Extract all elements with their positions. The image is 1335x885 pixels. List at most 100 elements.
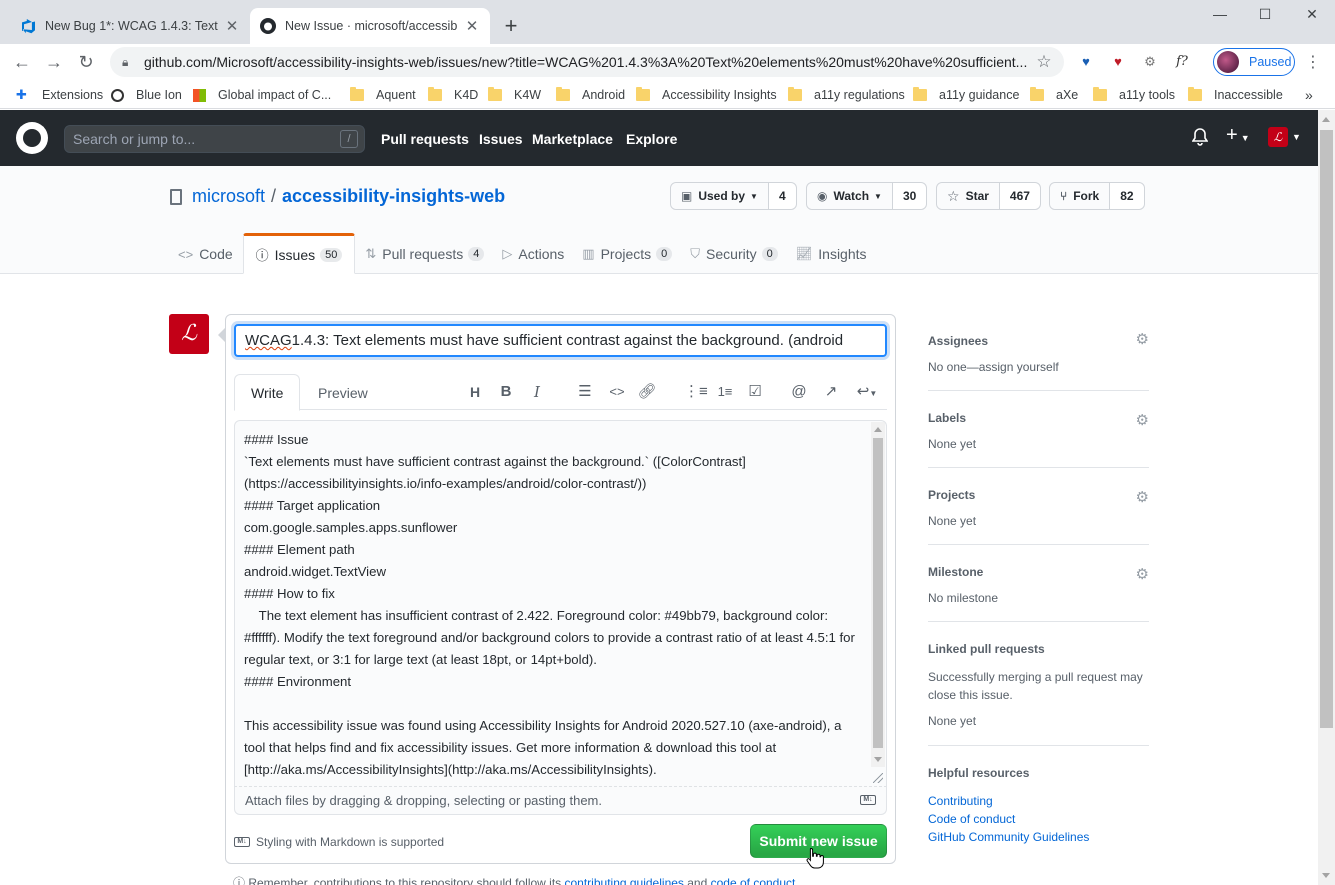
tab-write[interactable]: Write — [234, 374, 301, 411]
bookmark-a11y-guidance[interactable]: a11y guidance — [913, 85, 1019, 105]
tab-preview[interactable]: Preview — [302, 374, 384, 411]
bookmark-blue-ion[interactable]: Blue Ion — [111, 85, 182, 105]
fork-button[interactable]: ⑂ Fork 82 — [1049, 182, 1145, 210]
issue-body-textarea[interactable]: #### Issue `Text elements must have suff… — [234, 420, 887, 787]
address-bar[interactable]: 🔒︎ github.com/Microsoft/accessibility-in… — [110, 47, 1064, 77]
repo-name-link[interactable]: accessibility-insights-web — [282, 186, 505, 207]
attach-files-area[interactable]: Attach files by dragging & dropping, sel… — [234, 787, 887, 815]
code-of-conduct-link[interactable]: code of conduct — [711, 876, 796, 885]
user-menu[interactable]: ℒ ▼ — [1268, 127, 1301, 147]
bookmark-accessibility-insights[interactable]: Accessibility Insights — [636, 85, 777, 105]
nav-marketplace[interactable]: Marketplace — [532, 131, 613, 147]
star-button[interactable]: ☆ Star 467 — [936, 182, 1041, 210]
link-icon[interactable]: 🔗︎ — [637, 382, 657, 402]
minimize-icon[interactable]: — — [1200, 6, 1240, 26]
github-logo-icon[interactable] — [16, 122, 48, 154]
gear-icon[interactable]: ⚙ — [1136, 565, 1149, 583]
forward-icon[interactable]: → — [42, 50, 66, 74]
gear-icon[interactable]: ⚙ — [1136, 411, 1149, 429]
heading-icon[interactable]: H — [465, 382, 485, 402]
maximize-icon[interactable]: ☐ — [1245, 6, 1285, 26]
saved-reply-icon[interactable]: ↩▼ — [852, 382, 882, 402]
close-tab-icon[interactable]: ✕ — [224, 17, 240, 35]
bell-icon[interactable] — [1191, 128, 1209, 151]
task-list-icon[interactable]: ☑ — [745, 382, 765, 402]
bookmark-inaccessible[interactable]: Inaccessible — [1188, 85, 1283, 105]
textarea-scroll-thumb[interactable] — [873, 438, 883, 748]
gear-icon[interactable]: ⚙ — [1136, 488, 1149, 506]
fork-count[interactable]: 82 — [1109, 183, 1144, 209]
watch-button[interactable]: ◉ Watch ▼ 30 — [806, 182, 928, 210]
tab-projects[interactable]: ▥ Projects 0 — [574, 234, 680, 274]
browser-tab-new-issue[interactable]: New Issue · microsoft/accessibility-insi… — [250, 8, 490, 44]
projects-heading[interactable]: Projects — [928, 488, 1149, 502]
textarea-scrollbar[interactable] — [871, 422, 885, 767]
new-issue-form: WCAG 1.4.3: Text elements must have suff… — [218, 314, 896, 864]
watch-count[interactable]: 30 — [891, 183, 927, 209]
bookmark-extensions[interactable]: ✚ Extensions — [16, 85, 103, 105]
italic-icon[interactable]: I — [527, 382, 547, 402]
bookmark-a11y-tools[interactable]: a11y tools — [1093, 85, 1175, 105]
new-tab-button[interactable]: + — [500, 14, 522, 38]
used-by-count[interactable]: 4 — [767, 183, 796, 209]
extension-function-icon[interactable]: f? — [1172, 52, 1192, 72]
used-by-button[interactable]: ▣ Used by ▼ 4 — [670, 182, 797, 210]
repo-owner-link[interactable]: microsoft — [192, 186, 265, 207]
tab-issues[interactable]: ⓘ Issues 50 — [242, 233, 356, 274]
contributing-link[interactable]: Contributing — [928, 792, 1149, 810]
resize-handle-icon[interactable] — [873, 773, 883, 783]
tab-security[interactable]: ⛉ Security 0 — [682, 234, 785, 274]
contributing-guidelines-link[interactable]: contributing guidelines — [565, 876, 684, 885]
browser-menu-icon[interactable]: ⋮ — [1305, 52, 1321, 72]
tab-actions[interactable]: ▷ Actions — [494, 234, 572, 274]
gear-icon[interactable]: ⚙ — [1136, 330, 1149, 348]
tab-code[interactable]: <> Code — [170, 234, 241, 274]
bookmark-aquent[interactable]: Aquent — [350, 85, 416, 105]
issue-title-input[interactable]: WCAG 1.4.3: Text elements must have suff… — [234, 324, 887, 357]
code-of-conduct-link[interactable]: Code of conduct — [928, 810, 1149, 828]
bookmark-k4w[interactable]: K4W — [488, 85, 541, 105]
assignees-value[interactable]: No one—assign yourself — [928, 360, 1149, 374]
bookmark-android[interactable]: Android — [556, 85, 625, 105]
nav-pull-requests[interactable]: Pull requests — [381, 131, 469, 147]
mention-icon[interactable]: @ — [789, 382, 809, 402]
milestone-heading[interactable]: Milestone — [928, 565, 1149, 579]
create-new-menu-icon[interactable]: + ▼ — [1226, 124, 1250, 147]
bookmark-global-impact[interactable]: Global impact of C... — [193, 85, 331, 105]
back-icon[interactable]: ← — [10, 50, 34, 74]
tab-pull-requests[interactable]: ⇅ Pull requests 4 — [357, 234, 492, 274]
page-scroll-thumb[interactable] — [1320, 130, 1333, 728]
search-input[interactable]: Search or jump to... / — [64, 125, 365, 153]
code-icon[interactable]: <> — [607, 382, 627, 402]
browser-tab-new-bug[interactable]: New Bug 1*: WCAG 1.4.3: Text elements ✕ — [10, 8, 250, 44]
cross-reference-icon[interactable]: ↗ — [821, 382, 841, 402]
tab-insights[interactable]: 📈︎ Insights — [788, 234, 875, 274]
bookmark-star-icon[interactable]: ☆ — [1032, 52, 1056, 72]
community-guidelines-link[interactable]: GitHub Community Guidelines — [928, 828, 1149, 846]
page-scrollbar[interactable] — [1318, 110, 1335, 885]
nav-issues[interactable]: Issues — [479, 131, 523, 147]
extension-heart-red-icon[interactable]: ♥ — [1108, 52, 1128, 72]
bookmarks-overflow-button[interactable]: » — [1305, 85, 1313, 105]
profile-button[interactable]: Paused — [1213, 48, 1295, 76]
reload-icon[interactable]: ↻ — [74, 50, 98, 74]
nav-explore[interactable]: Explore — [626, 131, 677, 147]
labels-heading[interactable]: Labels — [928, 411, 1149, 425]
close-window-icon[interactable]: ✕ — [1292, 6, 1332, 26]
bookmark-axe[interactable]: aXe — [1030, 85, 1078, 105]
bold-icon[interactable]: B — [496, 382, 516, 402]
folder-icon — [1188, 87, 1202, 101]
assignees-heading[interactable]: Assignees — [928, 334, 1149, 348]
bulleted-list-icon[interactable]: ⋮≡ — [684, 382, 708, 402]
extension-gear-icon[interactable]: ⚙ — [1140, 52, 1160, 72]
avatar[interactable]: ℒ — [169, 314, 209, 354]
bookmark-k4d[interactable]: K4D — [428, 85, 478, 105]
star-count[interactable]: 467 — [998, 183, 1040, 209]
numbered-list-icon[interactable]: 1≡ — [715, 382, 735, 402]
bookmark-a11y-regulations[interactable]: a11y regulations — [788, 85, 905, 105]
extension-heart-blue-icon[interactable]: ♥ — [1076, 52, 1096, 72]
url-text[interactable]: github.com/Microsoft/accessibility-insig… — [144, 54, 1032, 70]
quote-icon[interactable]: ☰ — [575, 382, 595, 402]
markdown-note[interactable]: M↓ Styling with Markdown is supported — [234, 835, 444, 849]
close-tab-icon[interactable]: ✕ — [464, 17, 480, 35]
